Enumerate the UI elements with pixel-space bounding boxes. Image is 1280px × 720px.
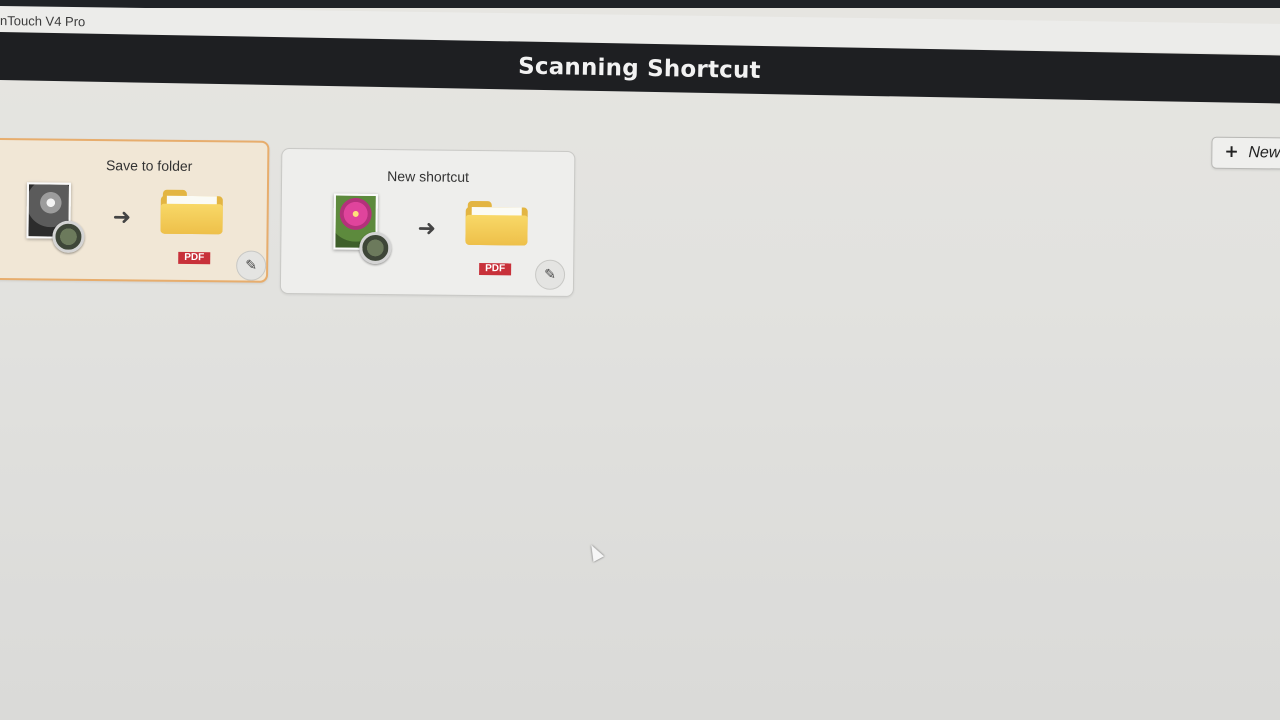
pencil-icon: ✎ xyxy=(544,266,557,283)
shortcut-title: New shortcut xyxy=(387,168,470,185)
arrow-right-icon: ➜ xyxy=(417,216,437,242)
folder-icon xyxy=(160,189,223,235)
arrow-right-icon: ➜ xyxy=(112,205,132,231)
folder-icon xyxy=(465,200,528,246)
shortcut-title: Save to folder xyxy=(105,157,193,175)
new-shortcut-button[interactable]: + New xyxy=(1211,136,1280,170)
pdf-format-badge: PDF xyxy=(178,251,211,265)
pencil-icon: ✎ xyxy=(245,257,258,274)
scanner-lens-icon xyxy=(359,231,392,265)
edit-shortcut-button[interactable]: ✎ xyxy=(534,259,566,290)
monitor-bezel xyxy=(0,0,1280,8)
edit-shortcut-button[interactable]: ✎ xyxy=(235,250,267,281)
shortcut-card-save-to-folder[interactable]: Save to folder ➜ PDF ✎ xyxy=(0,137,270,283)
app-title: nTouch V4 Pro xyxy=(0,13,86,30)
page-title: Scanning Shortcut xyxy=(517,53,761,84)
screen: nTouch V4 Pro Scanning Shortcut Save to … xyxy=(0,0,1280,720)
scanner-lens-icon xyxy=(52,220,85,253)
new-button-label: New xyxy=(1248,144,1280,162)
pdf-format-badge: PDF xyxy=(479,263,512,276)
plus-icon: + xyxy=(1224,141,1239,162)
shortcut-card-new-shortcut[interactable]: New shortcut ➜ PDF ✎ xyxy=(279,147,576,298)
shortcut-workspace: Save to folder ➜ PDF ✎ New shortcut ➜ PD… xyxy=(0,88,1280,720)
